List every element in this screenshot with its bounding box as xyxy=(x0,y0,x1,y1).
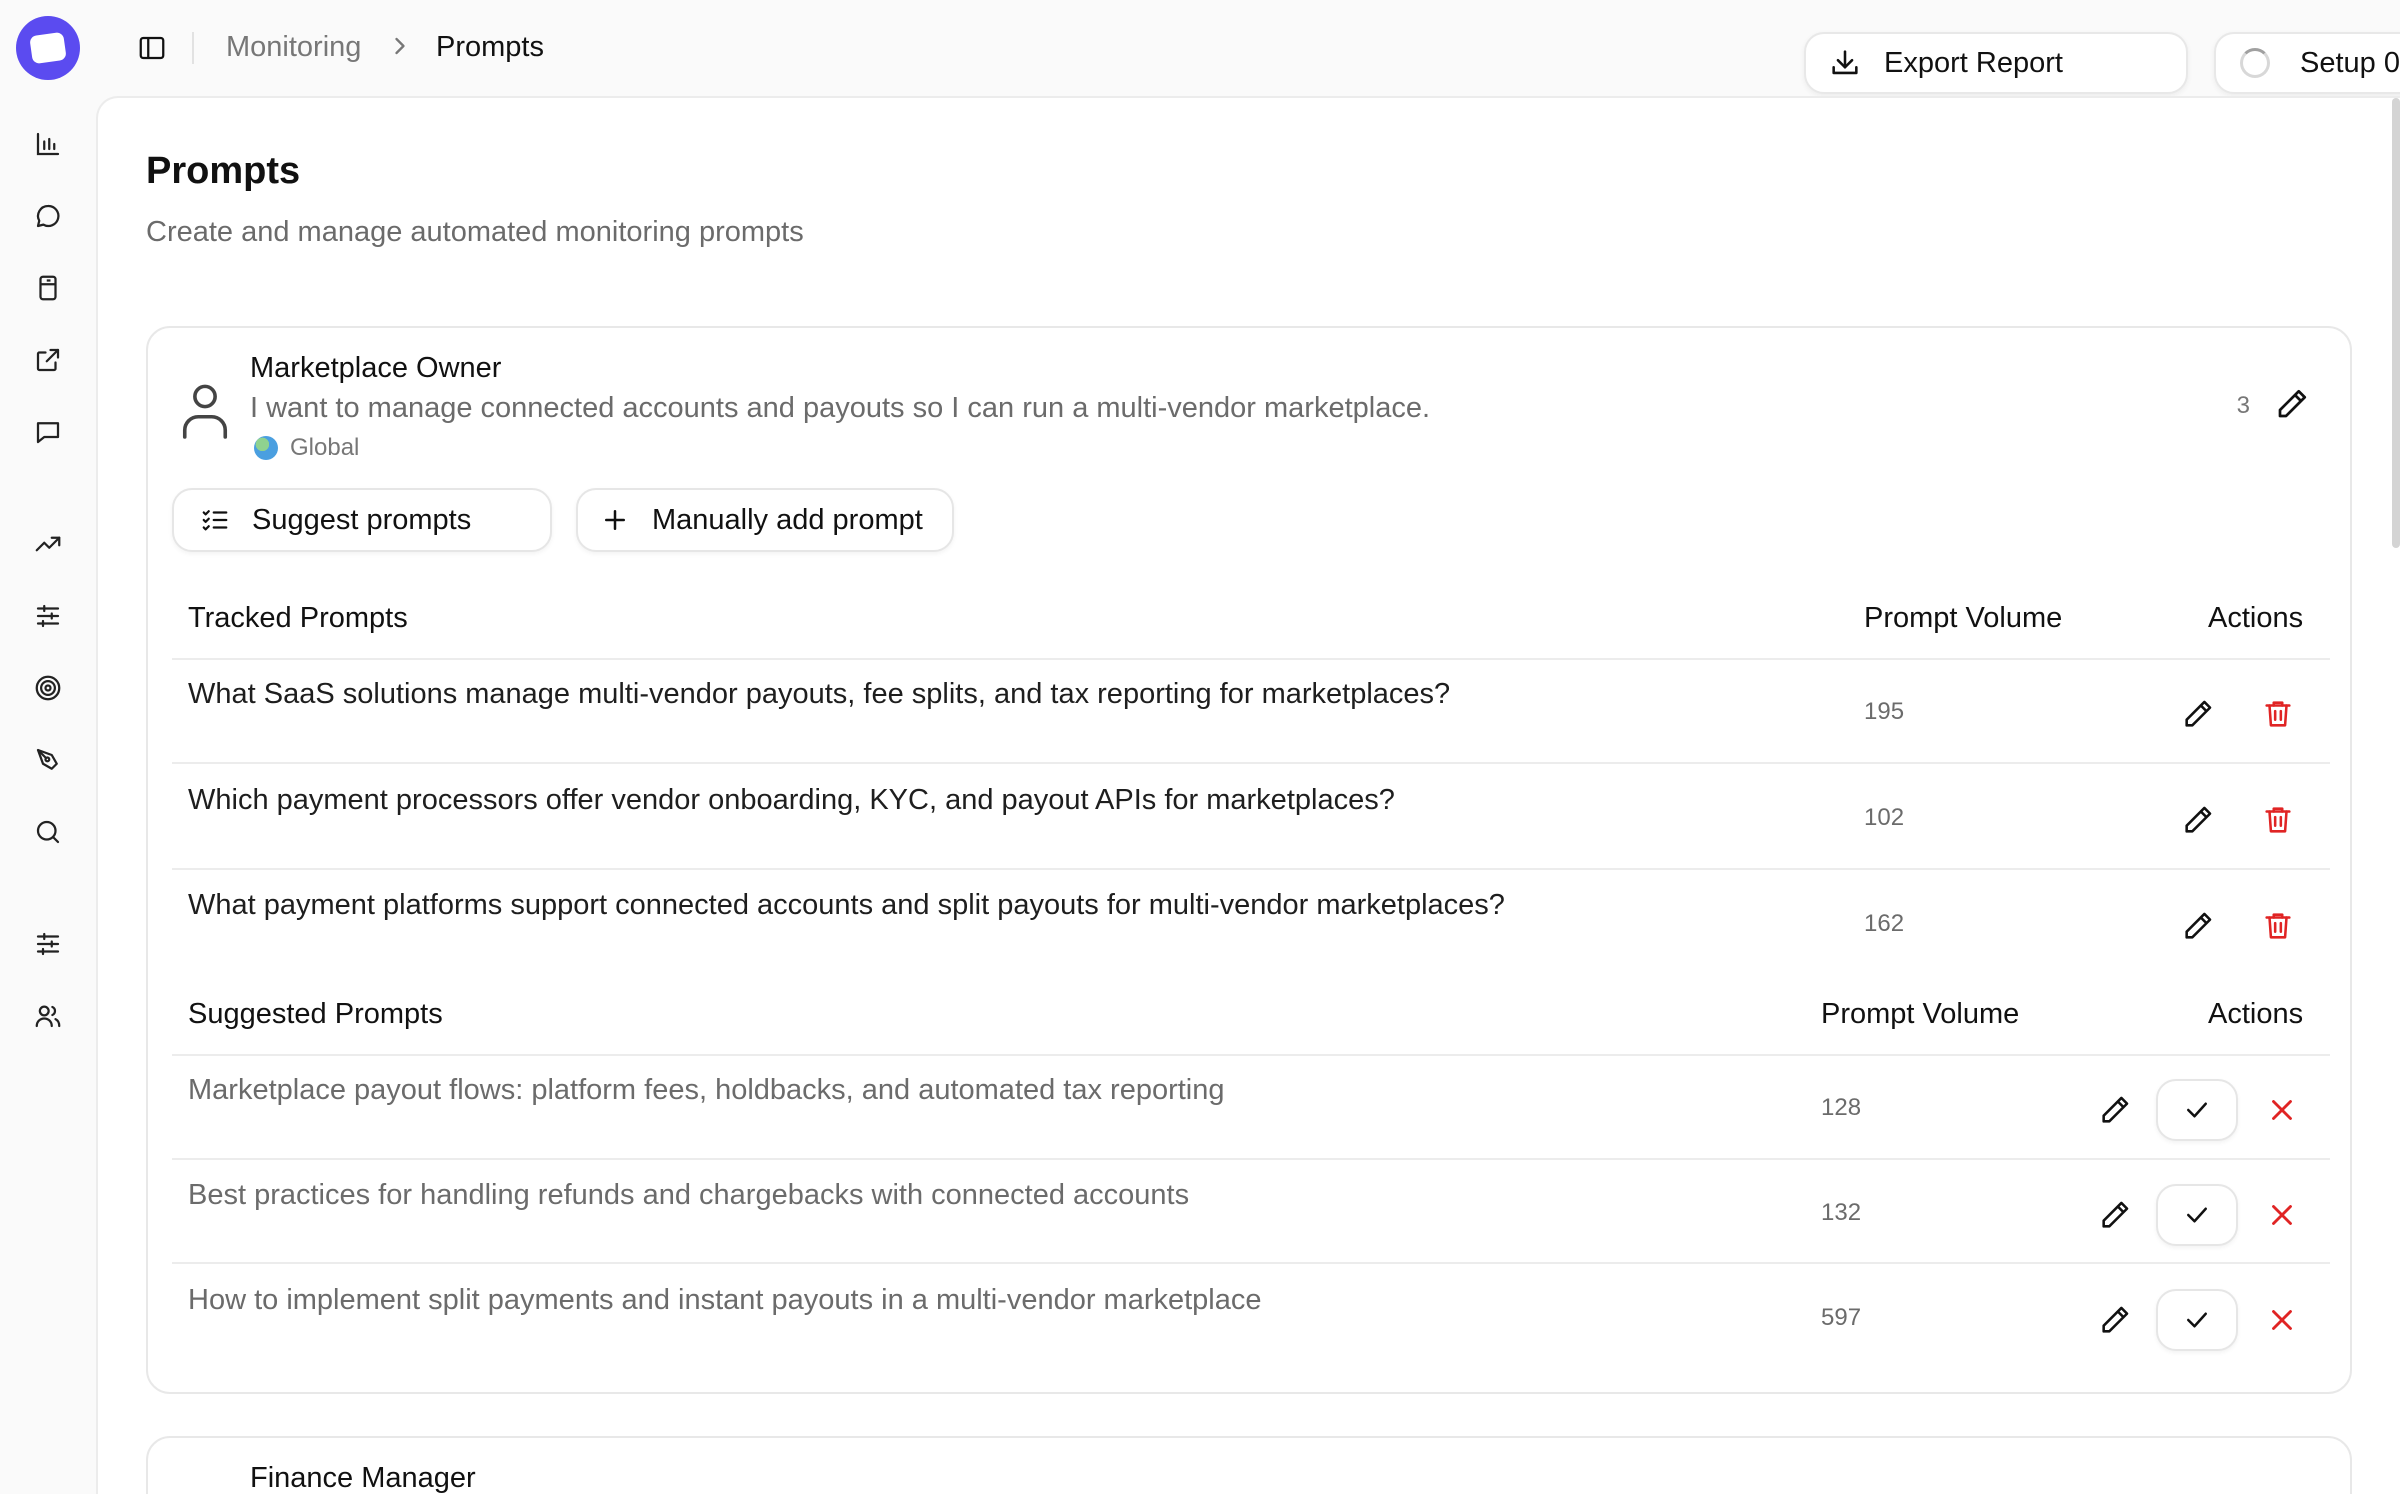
persona-name: Marketplace Owner xyxy=(250,352,502,384)
globe-icon xyxy=(254,436,278,460)
persona-card: Finance Manager xyxy=(146,1436,2352,1494)
progress-spinner-icon xyxy=(2240,48,2270,78)
persona-name: Finance Manager xyxy=(250,1462,476,1494)
edit-prompt-icon[interactable] xyxy=(2093,1193,2137,1237)
scrollbar[interactable] xyxy=(2392,98,2400,548)
tracked-prompts-heading: Tracked Prompts xyxy=(188,602,408,634)
prompt-volume: 132 xyxy=(1821,1199,1862,1226)
chevron-right-icon xyxy=(395,37,405,55)
message-square-icon[interactable] xyxy=(28,412,68,452)
divider xyxy=(172,1158,2330,1160)
left-nav-rail xyxy=(0,0,96,1494)
accept-prompt-button[interactable] xyxy=(2156,1079,2238,1141)
setup-progress-label: Setup 0/5 xyxy=(2300,46,2400,79)
delete-prompt-icon[interactable] xyxy=(2256,692,2300,736)
tracked-volume-header: Prompt Volume xyxy=(1864,602,2063,634)
tracked-actions-header: Actions xyxy=(2208,602,2304,634)
document-icon[interactable] xyxy=(28,268,68,308)
user-icon xyxy=(178,1490,232,1494)
suggested-prompts-heading: Suggested Prompts xyxy=(188,998,443,1030)
breadcrumb-monitoring[interactable]: Monitoring xyxy=(226,29,361,65)
chat-bubble-icon[interactable] xyxy=(28,196,68,236)
sidebar-toggle-icon[interactable] xyxy=(132,30,172,66)
reject-prompt-icon[interactable] xyxy=(2260,1193,2304,1237)
prompt-text: How to implement split payments and inst… xyxy=(188,1284,1262,1316)
persona-card: Marketplace Owner I want to manage conne… xyxy=(146,326,2352,1394)
page-title: Prompts xyxy=(146,150,301,192)
prompt-volume: 597 xyxy=(1821,1304,1862,1331)
prompt-volume: 128 xyxy=(1821,1094,1862,1121)
settings-sliders-icon[interactable] xyxy=(28,924,68,964)
accept-prompt-button[interactable] xyxy=(2156,1184,2238,1246)
persona-region: Global xyxy=(254,434,359,462)
delete-prompt-icon[interactable] xyxy=(2256,798,2300,842)
check-icon xyxy=(2187,1312,2207,1328)
export-report-button[interactable]: Export Report xyxy=(1804,32,2188,94)
check-icon xyxy=(2187,1207,2207,1223)
main-panel: Prompts Create and manage automated moni… xyxy=(96,96,2400,1494)
prompt-text: What payment platforms support connected… xyxy=(188,889,1505,921)
prompt-text: Best practices for handling refunds and … xyxy=(188,1179,1190,1211)
user-icon xyxy=(182,384,228,439)
divider xyxy=(172,1262,2330,1264)
divider xyxy=(172,658,2330,660)
edit-prompt-icon[interactable] xyxy=(2093,1298,2137,1342)
list-check-icon xyxy=(202,510,228,531)
prompt-volume: 162 xyxy=(1864,910,1905,937)
reject-prompt-icon[interactable] xyxy=(2260,1088,2304,1132)
divider xyxy=(172,762,2330,764)
accept-prompt-button[interactable] xyxy=(2156,1289,2238,1351)
region-label: Global xyxy=(290,434,360,461)
persona-description: I want to manage connected accounts and … xyxy=(250,392,1431,424)
divider xyxy=(192,32,194,64)
export-report-label: Export Report xyxy=(1884,46,2063,79)
download-icon xyxy=(1832,50,1858,75)
plus-icon xyxy=(605,510,625,530)
setup-progress-button[interactable]: Setup 0/5 xyxy=(2214,32,2400,94)
trending-up-icon[interactable] xyxy=(28,524,68,564)
edit-prompt-icon[interactable] xyxy=(2176,904,2220,948)
search-icon[interactable] xyxy=(28,812,68,852)
prompt-text: What SaaS solutions manage multi-vendor … xyxy=(188,678,1451,710)
check-icon xyxy=(2187,1102,2207,1118)
reject-prompt-icon[interactable] xyxy=(2260,1298,2304,1342)
edit-persona-icon[interactable] xyxy=(2274,386,2314,426)
edit-prompt-icon[interactable] xyxy=(2176,692,2220,736)
delete-prompt-icon[interactable] xyxy=(2256,904,2300,948)
divider xyxy=(172,1054,2330,1056)
manually-add-prompt-button[interactable]: Manually add prompt xyxy=(576,488,954,552)
prompt-volume: 195 xyxy=(1864,698,1905,725)
suggested-volume-header: Prompt Volume xyxy=(1821,998,2020,1030)
app-logo[interactable] xyxy=(16,16,80,80)
top-bar: Monitoring Prompts Export Report Setup 0… xyxy=(96,0,2400,96)
pen-tool-icon[interactable] xyxy=(28,740,68,780)
breadcrumb-current: Prompts xyxy=(436,31,544,63)
chart-icon[interactable] xyxy=(28,124,68,164)
suggest-prompts-button[interactable]: Suggest prompts xyxy=(172,488,552,552)
suggest-prompts-label: Suggest prompts xyxy=(252,503,472,536)
manually-add-prompt-label: Manually add prompt xyxy=(652,503,923,536)
suggested-actions-header: Actions xyxy=(2208,998,2304,1030)
external-link-icon[interactable] xyxy=(28,340,68,380)
divider xyxy=(172,868,2330,870)
page-subtitle: Create and manage automated monitoring p… xyxy=(146,216,804,248)
prompt-text: Which payment processors offer vendor on… xyxy=(188,784,1395,816)
edit-prompt-icon[interactable] xyxy=(2176,798,2220,842)
users-icon[interactable] xyxy=(28,996,68,1036)
prompt-count: 3 xyxy=(2236,392,2250,419)
prompt-volume: 102 xyxy=(1864,804,1905,831)
target-icon[interactable] xyxy=(28,668,68,708)
edit-prompt-icon[interactable] xyxy=(2093,1088,2137,1132)
sliders-icon[interactable] xyxy=(28,596,68,636)
prompt-text: Marketplace payout flows: platform fees,… xyxy=(188,1074,1225,1106)
